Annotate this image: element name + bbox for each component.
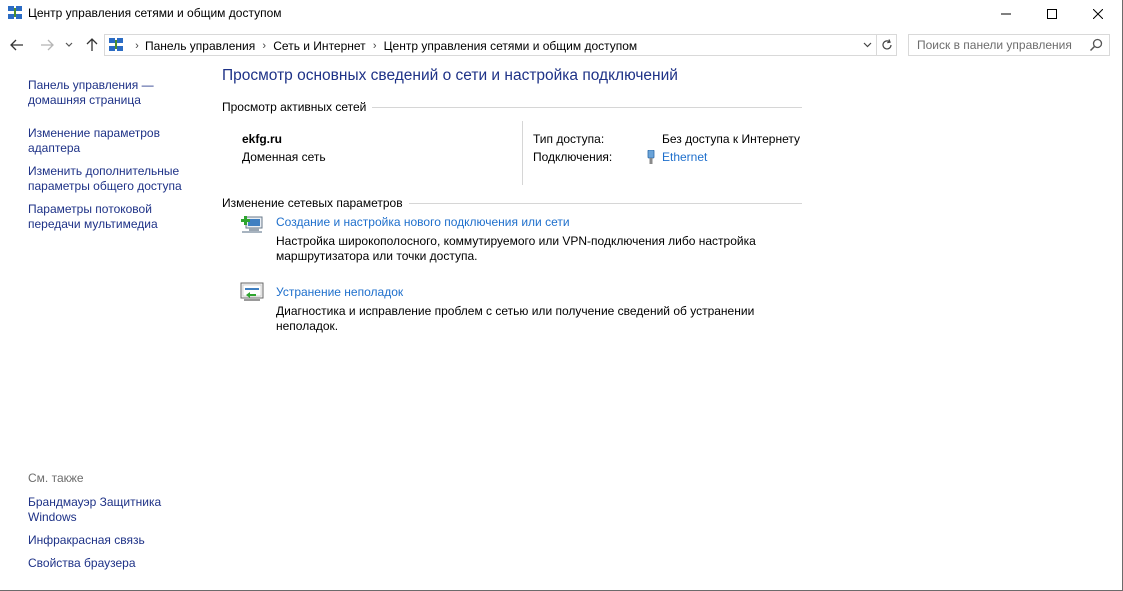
- see-also-title: См. также: [28, 471, 84, 485]
- main-content: Просмотр основных сведений о сети и наст…: [222, 66, 802, 341]
- section-divider: [408, 202, 802, 204]
- chevron-right-icon[interactable]: ›: [255, 40, 273, 52]
- see-also-firewall[interactable]: Брандмауэр Защитника Windows: [28, 495, 208, 525]
- see-also-label: Брандмауэр Защитника: [28, 495, 162, 509]
- see-also-infrared[interactable]: Инфракрасная связь: [28, 533, 208, 548]
- chevron-right-icon[interactable]: ›: [366, 40, 384, 52]
- search-icon[interactable]: [1089, 38, 1103, 52]
- see-also-label: Инфракрасная связь: [28, 533, 145, 547]
- forward-button[interactable]: [38, 35, 56, 55]
- sidebar-item-label: Панель управления —: [28, 78, 154, 92]
- sidebar-item-label: параметры общего доступа: [28, 179, 182, 193]
- connections-label: Подключения:: [533, 150, 613, 164]
- see-also-label: Свойства браузера: [28, 556, 136, 570]
- title-bar: Центр управления сетями и общим доступом: [0, 0, 1121, 28]
- chevron-down-icon: [65, 42, 73, 47]
- section-label: Изменение сетевых параметров: [222, 196, 409, 210]
- sidebar-item-label: адаптера: [28, 141, 81, 155]
- access-type-label: Тип доступа:: [533, 132, 605, 146]
- section-divider: [372, 106, 802, 108]
- maximize-button[interactable]: [1029, 0, 1075, 28]
- control-panel-icon: [109, 38, 123, 51]
- close-button[interactable]: [1075, 0, 1121, 28]
- sidebar-item-control-panel-home[interactable]: Панель управления — домашняя страница: [28, 78, 208, 108]
- back-button[interactable]: [8, 35, 26, 55]
- new-connection-icon: [241, 216, 263, 233]
- control-panel-window: Центр управления сетями и общим доступом: [0, 0, 1123, 591]
- task-new-connection: Создание и настройка нового подключения …: [222, 211, 802, 281]
- sidebar-item-label: Изменить дополнительные: [28, 164, 180, 178]
- navigation-bar: › Панель управления › Сеть и Интернет › …: [0, 32, 1121, 58]
- new-connection-description: Настройка широкополосного, коммутируемог…: [276, 234, 796, 264]
- refresh-icon: [881, 39, 892, 50]
- see-also-browser-properties[interactable]: Свойства браузера: [28, 556, 208, 571]
- up-button[interactable]: [83, 35, 101, 55]
- minimize-button[interactable]: [983, 0, 1029, 28]
- see-also-section: См. также Брандмауэр Защитника Windows И…: [28, 471, 208, 571]
- active-networks-header: Просмотр активных сетей: [222, 99, 802, 115]
- new-connection-link[interactable]: Создание и настройка нового подключения …: [276, 215, 570, 229]
- sidebar-item-label: передачи мультимедиа: [28, 217, 158, 231]
- breadcrumb: › Панель управления › Сеть и Интернет › …: [129, 39, 637, 53]
- refresh-button[interactable]: [877, 34, 897, 56]
- sidebar-item-label: домашняя страница: [28, 93, 141, 107]
- ethernet-connection-link[interactable]: Ethernet: [662, 150, 707, 164]
- access-type-value: Без доступа к Интернету: [662, 132, 801, 146]
- ethernet-icon: [647, 150, 655, 164]
- description-line: Диагностика и исправление проблем с сеть…: [276, 304, 755, 318]
- chevron-right-icon[interactable]: ›: [129, 40, 145, 52]
- address-dropdown-button[interactable]: [860, 37, 874, 53]
- sidebar-item-adapter-settings[interactable]: Изменение параметров адаптера: [28, 126, 208, 156]
- up-arrow-icon: [86, 38, 98, 51]
- network-name: ekfg.ru: [242, 132, 283, 146]
- breadcrumb-network-center[interactable]: Центр управления сетями и общим доступом: [384, 39, 638, 53]
- address-bar[interactable]: › Панель управления › Сеть и Интернет › …: [104, 34, 877, 56]
- breadcrumb-control-panel[interactable]: Панель управления: [145, 39, 255, 53]
- troubleshoot-link[interactable]: Устранение неполадок: [276, 285, 403, 299]
- description-line: неполадок.: [276, 319, 339, 333]
- change-settings-header: Изменение сетевых параметров: [222, 195, 802, 211]
- network-center-app-icon: [8, 6, 22, 19]
- chevron-down-icon: [863, 42, 871, 48]
- description-line: Настройка широкополосного, коммутируемог…: [276, 234, 756, 248]
- page-title: Просмотр основных сведений о сети и наст…: [222, 67, 678, 84]
- sidebar-item-advanced-sharing[interactable]: Изменить дополнительные параметры общего…: [28, 164, 208, 194]
- sidebar-item-label: Параметры потоковой: [28, 202, 152, 216]
- see-also-label: Windows: [28, 510, 77, 524]
- task-troubleshoot: Устранение неполадок Диагностика и испра…: [222, 281, 802, 341]
- network-type: Доменная сеть: [242, 150, 326, 164]
- section-label: Просмотр активных сетей: [222, 100, 373, 114]
- sidebar-item-media-streaming[interactable]: Параметры потоковой передачи мультимедиа: [28, 202, 208, 232]
- search-input[interactable]: [909, 35, 1085, 55]
- sidebar-item-label: Изменение параметров: [28, 126, 160, 140]
- troubleshoot-description: Диагностика и исправление проблем с сеть…: [276, 304, 796, 334]
- network-panel-divider: [522, 121, 523, 185]
- sidebar: Панель управления — домашняя страница Из…: [28, 78, 208, 232]
- window-title: Центр управления сетями и общим доступом: [28, 6, 282, 20]
- recent-locations-button[interactable]: [62, 35, 76, 55]
- minimize-icon: [1001, 13, 1011, 15]
- maximize-icon: [1047, 9, 1057, 19]
- breadcrumb-network-internet[interactable]: Сеть и Интернет: [273, 39, 365, 53]
- close-icon: [1093, 9, 1103, 19]
- search-box: [908, 34, 1110, 56]
- description-line: маршрутизатора или точки доступа.: [276, 249, 478, 263]
- back-arrow-icon: [10, 39, 23, 51]
- active-network-panel: ekfg.ru Доменная сеть Тип доступа: Без д…: [222, 121, 802, 189]
- forward-arrow-icon: [41, 39, 54, 51]
- troubleshoot-icon: [240, 282, 264, 301]
